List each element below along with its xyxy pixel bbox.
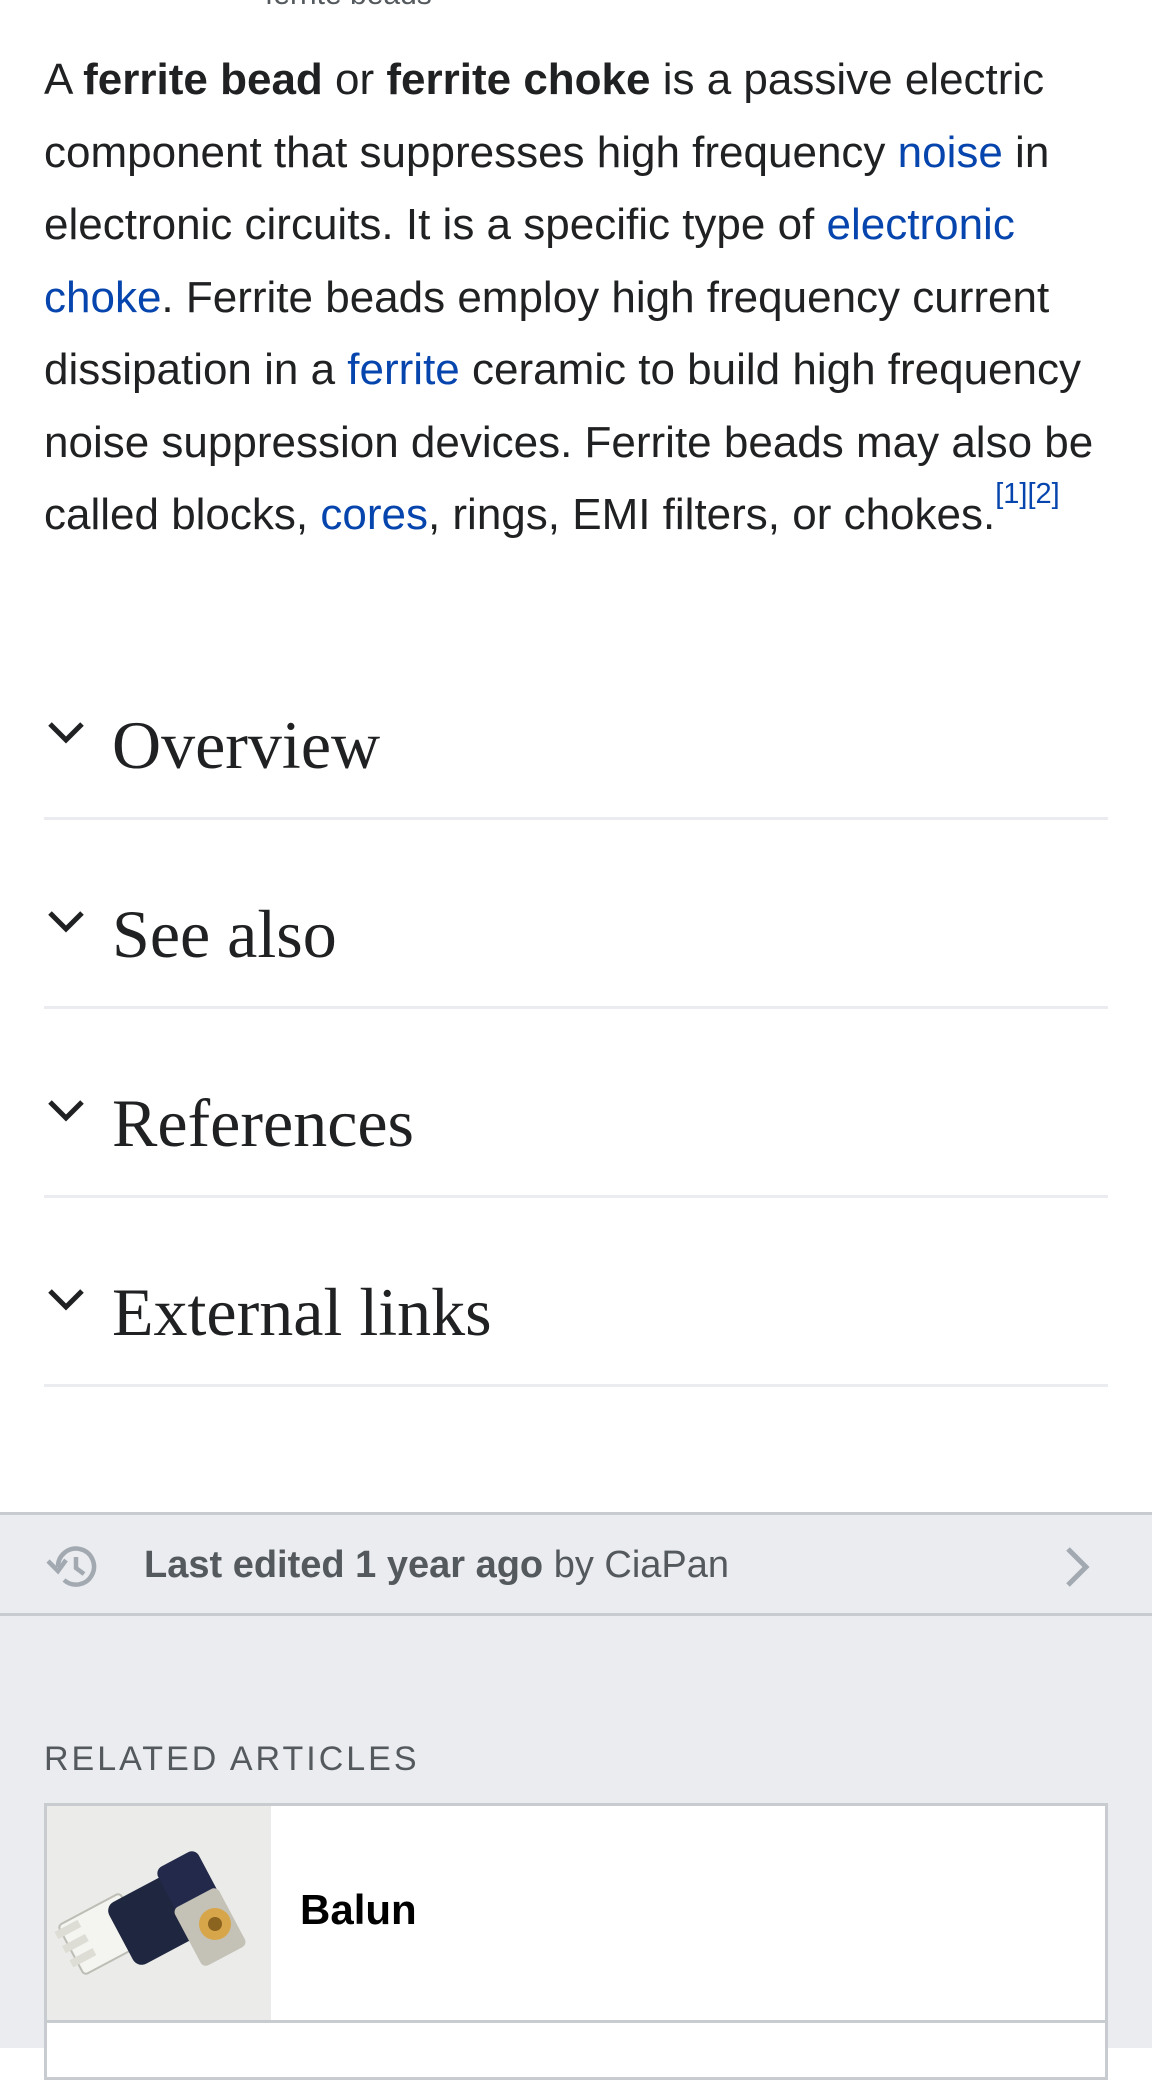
history-icon xyxy=(46,1546,97,1587)
chevron-down-icon xyxy=(48,1289,84,1311)
lead-text: , rings, EMI filters, or chokes. xyxy=(427,490,996,539)
chevron-down-icon xyxy=(48,722,84,744)
section-title: External links xyxy=(112,1274,492,1350)
image-caption: ferrite beads xyxy=(265,0,432,12)
last-edited-text: Last edited 1 year ago by CiaPan xyxy=(144,1537,729,1593)
section-references[interactable]: References xyxy=(44,1010,1108,1198)
link-noise[interactable]: noise xyxy=(898,128,1003,177)
section-see-also[interactable]: See also xyxy=(44,821,1108,1009)
lead-paragraph: A ferrite bead or ferrite choke is a pas… xyxy=(44,44,1114,552)
lead-bold-term: ferrite bead xyxy=(83,55,323,104)
section-title: See also xyxy=(112,896,337,972)
related-article-thumbnail xyxy=(47,1806,271,2020)
last-edited-time: Last edited 1 year ago xyxy=(144,1544,544,1586)
section-external-links[interactable]: External links xyxy=(44,1199,1108,1387)
related-article-card[interactable]: Balun xyxy=(44,1803,1108,2023)
lead-text: A xyxy=(44,55,84,104)
section-overview[interactable]: Overview xyxy=(44,632,1108,820)
related-articles-heading: RELATED ARTICLES xyxy=(44,1740,420,1778)
section-title: Overview xyxy=(112,707,381,783)
last-edited-user: by CiaPan xyxy=(543,1544,730,1586)
section-title: References xyxy=(112,1085,415,1161)
chevron-down-icon xyxy=(48,1100,84,1122)
last-edited-bar[interactable]: Last edited 1 year ago by CiaPan xyxy=(0,1512,1152,1616)
reference-2[interactable]: [2] xyxy=(1027,478,1059,510)
lead-text: or xyxy=(322,55,387,104)
related-article-title: Balun xyxy=(300,1886,417,1933)
reference-1[interactable]: [1] xyxy=(995,478,1027,510)
chevron-right-icon xyxy=(1066,1547,1090,1587)
link-ferrite[interactable]: ferrite xyxy=(347,345,459,394)
balun-image xyxy=(47,1806,271,2020)
related-article-card-partial[interactable] xyxy=(44,2020,1108,2080)
link-cores[interactable]: cores xyxy=(320,490,428,539)
chevron-down-icon xyxy=(48,911,84,933)
lead-bold-term: ferrite choke xyxy=(386,55,651,104)
